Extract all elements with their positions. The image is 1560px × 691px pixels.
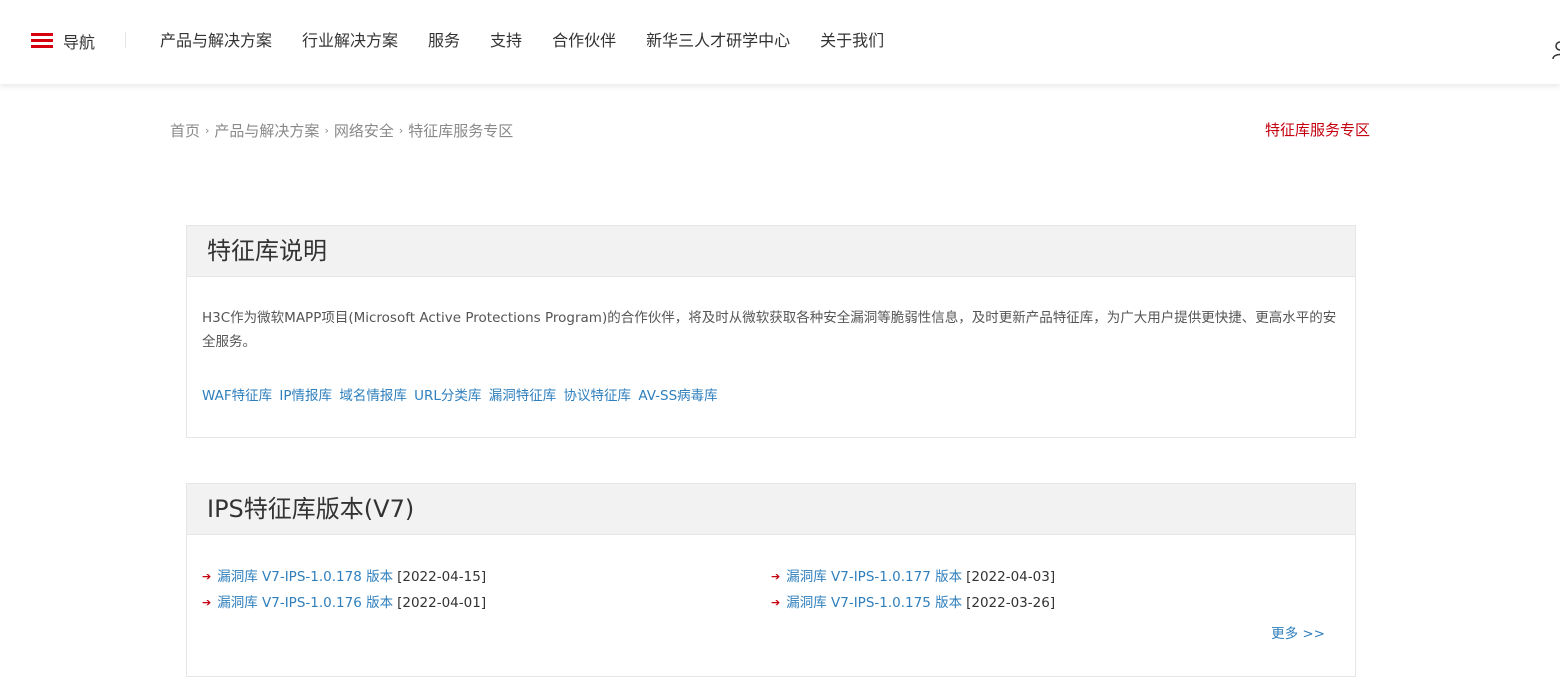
nav-item-services[interactable]: 服务 (428, 30, 460, 52)
library-link-url-category[interactable]: URL分类库 (414, 388, 481, 404)
version-link[interactable]: 漏洞库 V7-IPS-1.0.177 版本 (786, 567, 962, 587)
library-links: WAF特征库 IP情报库 域名情报库 URL分类库 漏洞特征库 协议特征库 AV… (202, 384, 1355, 404)
version-date: [2022-03-26] (966, 595, 1056, 611)
panel-title: IPS特征库版本(V7) (187, 484, 1355, 535)
version-date: [2022-04-01] (397, 595, 487, 611)
nav-menu-label: 导航 (63, 33, 96, 52)
nav-item-products[interactable]: 产品与解决方案 (160, 30, 272, 52)
version-item: ➔ 漏洞库 V7-IPS-1.0.175 版本 [2022-03-26] (771, 593, 1055, 613)
library-link-domain-intel[interactable]: 域名情报库 (339, 388, 407, 404)
breadcrumb-home[interactable]: 首页 (170, 120, 200, 141)
nav-item-industry[interactable]: 行业解决方案 (302, 30, 398, 52)
version-date: [2022-04-03] (966, 569, 1056, 585)
main-nav: 产品与解决方案 行业解决方案 服务 支持 合作伙伴 新华三人才研学中心 关于我们 (160, 30, 914, 52)
breadcrumb-current[interactable]: 特征库服务专区 (408, 120, 513, 141)
version-link[interactable]: 漏洞库 V7-IPS-1.0.175 版本 (786, 593, 962, 613)
ips-version-panel: IPS特征库版本(V7) ➔ 漏洞库 V7-IPS-1.0.178 版本 [20… (186, 483, 1356, 677)
breadcrumb-products[interactable]: 产品与解决方案 (214, 120, 319, 141)
nav-item-talent-center[interactable]: 新华三人才研学中心 (646, 30, 790, 52)
version-item: ➔ 漏洞库 V7-IPS-1.0.177 版本 [2022-04-03] (771, 567, 1055, 587)
description-text: H3C作为微软MAPP项目(Microsoft Active Protectio… (202, 310, 1337, 350)
arrow-right-icon: ➔ (771, 570, 781, 583)
library-link-ip-intel[interactable]: IP情报库 (279, 388, 332, 404)
nav-item-support[interactable]: 支持 (490, 30, 522, 52)
arrow-right-icon: ➔ (771, 596, 781, 609)
library-link-vulnerability[interactable]: 漏洞特征库 (489, 388, 557, 404)
version-item: ➔ 漏洞库 V7-IPS-1.0.176 版本 [2022-04-01] (202, 593, 486, 613)
user-icon[interactable] (1552, 40, 1560, 60)
arrow-right-icon: ➔ (202, 570, 212, 583)
library-link-waf[interactable]: WAF特征库 (202, 388, 272, 404)
breadcrumb-separator: › (398, 124, 404, 137)
more-versions-link[interactable]: 更多 >> (1271, 622, 1325, 642)
nav-item-partners[interactable]: 合作伙伴 (552, 30, 616, 52)
breadcrumb: 首页 › 产品与解决方案 › 网络安全 › 特征库服务专区 (170, 120, 513, 141)
breadcrumb-network-security[interactable]: 网络安全 (334, 120, 394, 141)
version-link[interactable]: 漏洞库 V7-IPS-1.0.178 版本 (217, 567, 393, 587)
nav-menu-toggle[interactable]: 导航 (31, 30, 95, 52)
version-link[interactable]: 漏洞库 V7-IPS-1.0.176 版本 (217, 593, 393, 613)
panel-title: 特征库说明 (187, 226, 1355, 277)
breadcrumb-separator: › (205, 124, 210, 137)
arrow-right-icon: ➔ (202, 596, 212, 609)
signature-zone-link[interactable]: 特征库服务专区 (1265, 119, 1370, 140)
version-item: ➔ 漏洞库 V7-IPS-1.0.178 版本 [2022-04-15] (202, 567, 486, 587)
nav-item-about[interactable]: 关于我们 (820, 30, 884, 52)
breadcrumb-separator: › (324, 124, 329, 137)
version-date: [2022-04-15] (397, 569, 487, 585)
signature-description-panel: 特征库说明 H3C作为微软MAPP项目(Microsoft Active Pro… (186, 225, 1356, 438)
top-navigation-bar: 导航 产品与解决方案 行业解决方案 服务 支持 合作伙伴 新华三人才研学中心 关… (0, 0, 1560, 84)
nav-divider (125, 32, 126, 48)
library-link-av-ss[interactable]: AV-SS病毒库 (638, 388, 717, 404)
hamburger-icon (31, 33, 53, 49)
library-link-protocol[interactable]: 协议特征库 (564, 388, 632, 404)
